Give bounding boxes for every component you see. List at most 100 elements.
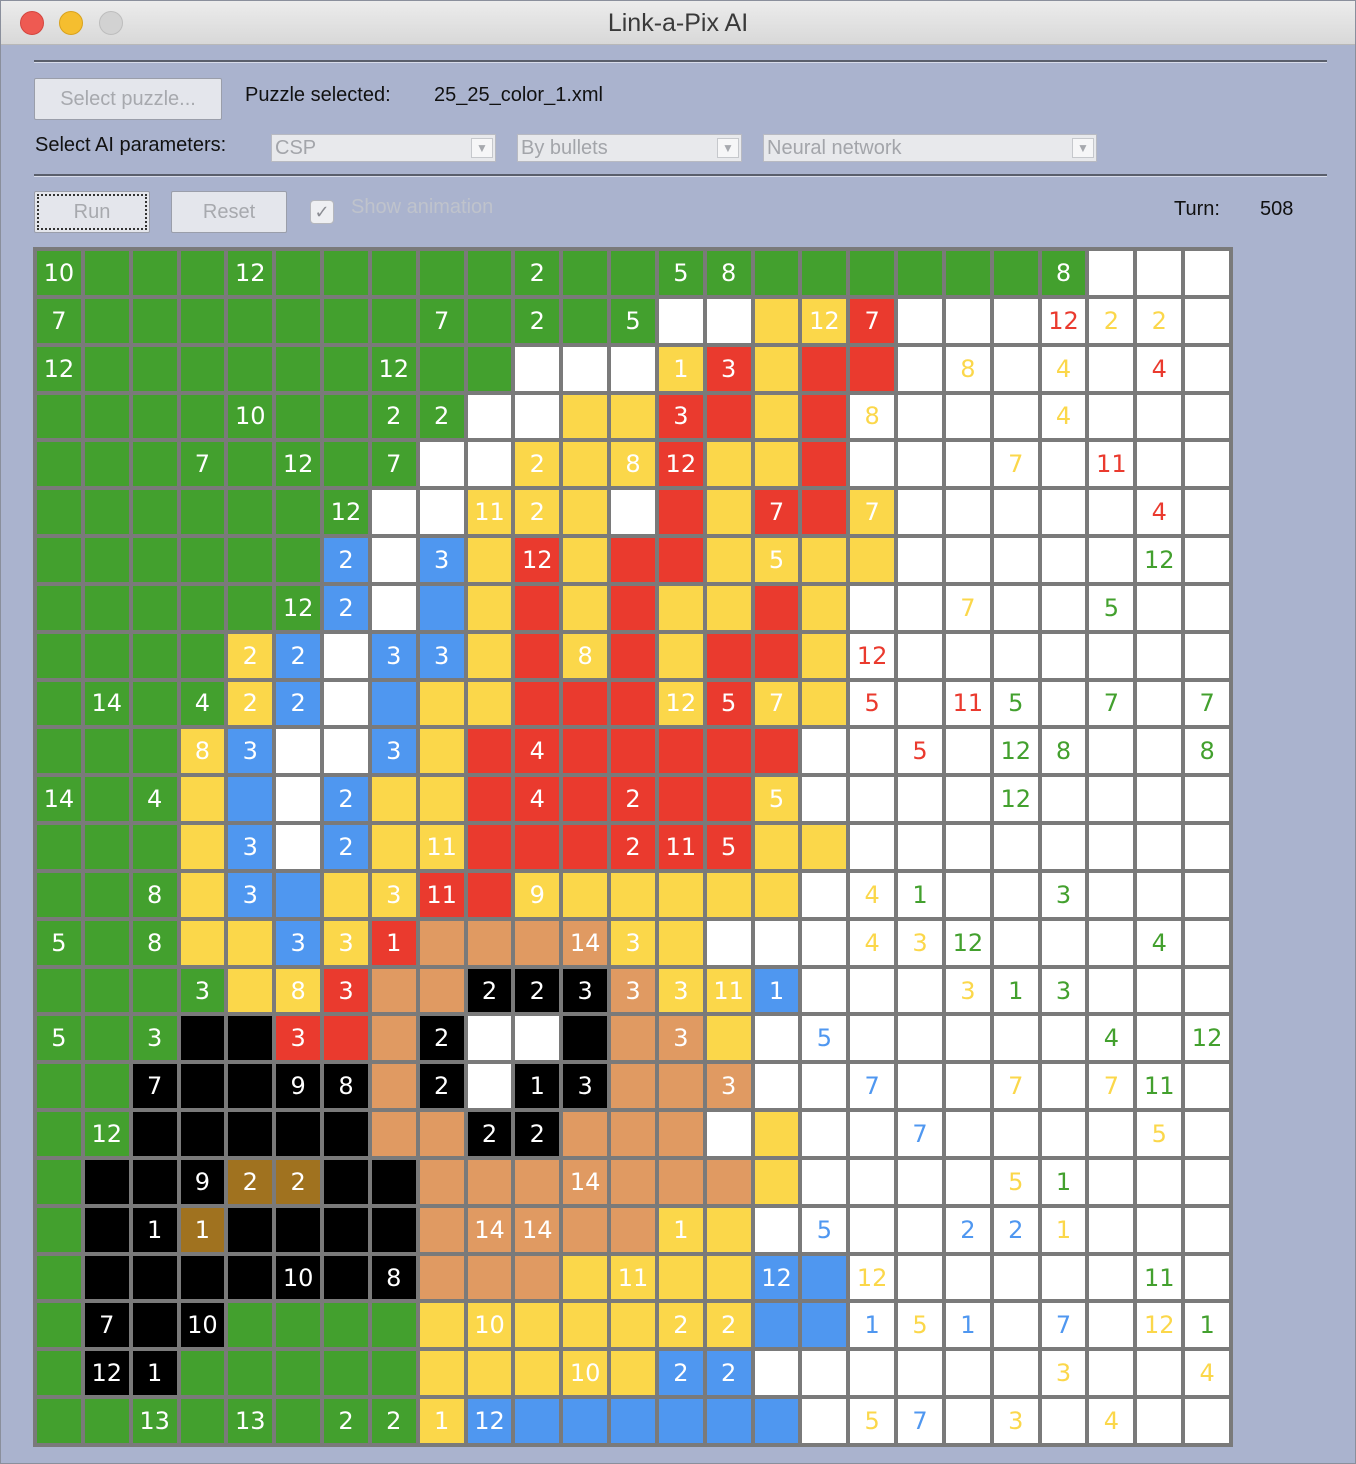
puzzle-cell[interactable]: 4 xyxy=(850,872,895,917)
puzzle-cell[interactable] xyxy=(180,251,225,295)
puzzle-cell[interactable]: 4 xyxy=(1137,490,1182,535)
puzzle-cell[interactable] xyxy=(276,825,321,869)
puzzle-cell[interactable]: 4 xyxy=(515,777,560,822)
puzzle-cell[interactable] xyxy=(563,394,608,439)
puzzle-cell[interactable]: 5 xyxy=(993,1159,1038,1204)
puzzle-cell[interactable] xyxy=(754,1112,799,1156)
puzzle-cell[interactable] xyxy=(276,1303,321,1348)
puzzle-cell[interactable]: 14 xyxy=(515,1207,560,1252)
puzzle-cell[interactable] xyxy=(563,251,608,295)
puzzle-cell[interactable] xyxy=(1137,968,1182,1013)
puzzle-cell[interactable] xyxy=(37,968,81,1013)
puzzle-cell[interactable]: 3 xyxy=(706,1159,751,1204)
puzzle-cell[interactable]: 14 xyxy=(467,1207,512,1252)
puzzle-cell[interactable] xyxy=(1185,394,1229,439)
puzzle-cell[interactable] xyxy=(467,825,512,869)
puzzle-cell[interactable]: 3 xyxy=(419,633,464,678)
puzzle-cell[interactable] xyxy=(611,872,655,917)
puzzle-cell[interactable] xyxy=(706,920,751,965)
puzzle-cell[interactable] xyxy=(658,729,703,774)
puzzle-cell[interactable] xyxy=(1137,1399,1182,1443)
puzzle-cell[interactable]: 3 xyxy=(324,920,368,965)
puzzle-cell[interactable] xyxy=(945,1351,990,1396)
puzzle-cell[interactable] xyxy=(515,346,560,391)
puzzle-cell[interactable] xyxy=(419,968,464,1013)
puzzle-cell[interactable] xyxy=(658,298,703,343)
puzzle-cell[interactable] xyxy=(802,633,847,678)
puzzle-cell[interactable]: 7 xyxy=(898,1112,942,1156)
puzzle-cell[interactable] xyxy=(658,1399,703,1443)
puzzle-cell[interactable] xyxy=(850,1159,895,1204)
puzzle-cell[interactable] xyxy=(754,633,799,678)
puzzle-cell[interactable] xyxy=(706,729,751,774)
puzzle-cell[interactable] xyxy=(1041,1016,1086,1061)
puzzle-cell[interactable] xyxy=(898,538,942,582)
puzzle-cell[interactable] xyxy=(850,1112,895,1156)
puzzle-cell[interactable] xyxy=(611,1207,655,1252)
puzzle-cell[interactable] xyxy=(1137,777,1182,822)
puzzle-cell[interactable] xyxy=(324,251,368,295)
puzzle-cell[interactable]: 1 xyxy=(132,1207,177,1252)
puzzle-cell[interactable]: 4 xyxy=(1089,1016,1134,1061)
puzzle-cell[interactable] xyxy=(419,585,464,630)
puzzle-cell[interactable] xyxy=(1185,585,1229,630)
puzzle-cell[interactable] xyxy=(706,442,751,487)
puzzle-cell[interactable]: 12 xyxy=(754,1255,799,1300)
puzzle-cell[interactable] xyxy=(1089,1351,1134,1396)
puzzle-cell[interactable] xyxy=(993,1351,1038,1396)
puzzle-cell[interactable] xyxy=(515,633,560,678)
puzzle-cell[interactable]: 3 xyxy=(1041,1351,1086,1396)
puzzle-cell[interactable]: 5 xyxy=(1089,585,1134,630)
puzzle-cell[interactable] xyxy=(850,1207,895,1252)
puzzle-cell[interactable] xyxy=(945,1016,990,1061)
puzzle-cell[interactable] xyxy=(1089,394,1134,439)
puzzle-cell[interactable] xyxy=(850,777,895,822)
puzzle-cell[interactable] xyxy=(1137,681,1182,726)
puzzle-cell[interactable] xyxy=(611,1399,655,1443)
puzzle-cell[interactable] xyxy=(1041,1255,1086,1300)
puzzle-cell[interactable] xyxy=(1089,872,1134,917)
puzzle-cell[interactable]: 7 xyxy=(1041,1303,1086,1348)
puzzle-cell[interactable]: 12 xyxy=(37,346,81,391)
puzzle-cell[interactable]: 12 xyxy=(1041,298,1086,343)
puzzle-cell[interactable] xyxy=(754,1303,799,1348)
puzzle-cell[interactable] xyxy=(228,1064,273,1109)
puzzle-cell[interactable]: 7 xyxy=(898,1399,942,1443)
puzzle-cell[interactable] xyxy=(1185,872,1229,917)
puzzle-cell[interactable]: 8 xyxy=(706,251,751,295)
puzzle-cell[interactable] xyxy=(180,490,225,535)
puzzle-cell[interactable]: 2 xyxy=(1089,298,1134,343)
puzzle-cell[interactable] xyxy=(1041,490,1086,535)
puzzle-cell[interactable] xyxy=(419,777,464,822)
puzzle-cell[interactable]: 8 xyxy=(945,346,990,391)
puzzle-cell[interactable] xyxy=(802,825,847,869)
puzzle-cell[interactable] xyxy=(228,1112,273,1156)
puzzle-cell[interactable] xyxy=(467,298,512,343)
puzzle-cell[interactable] xyxy=(611,633,655,678)
puzzle-cell[interactable] xyxy=(228,1351,273,1396)
puzzle-cell[interactable] xyxy=(754,920,799,965)
puzzle-cell[interactable]: 5 xyxy=(1137,1112,1182,1156)
puzzle-cell[interactable] xyxy=(37,681,81,726)
puzzle-cell[interactable]: 7 xyxy=(993,1064,1038,1109)
puzzle-cell[interactable] xyxy=(371,1159,416,1204)
puzzle-cell[interactable] xyxy=(993,394,1038,439)
puzzle-cell[interactable] xyxy=(945,1064,990,1109)
puzzle-cell[interactable]: 1 xyxy=(658,1207,703,1252)
puzzle-cell[interactable] xyxy=(84,1159,129,1204)
puzzle-cell[interactable] xyxy=(324,1255,368,1300)
puzzle-cell[interactable] xyxy=(993,1016,1038,1061)
puzzle-cell[interactable] xyxy=(132,298,177,343)
puzzle-cell[interactable] xyxy=(706,1255,751,1300)
puzzle-cell[interactable] xyxy=(898,968,942,1013)
puzzle-cell[interactable]: 10 xyxy=(563,1351,608,1396)
puzzle-cell[interactable] xyxy=(754,1064,799,1109)
puzzle-cell[interactable] xyxy=(467,633,512,678)
puzzle-cell[interactable] xyxy=(802,442,847,487)
puzzle-cell[interactable]: 3 xyxy=(371,872,416,917)
puzzle-cell[interactable] xyxy=(611,1112,655,1156)
puzzle-cell[interactable]: 4 xyxy=(1185,1351,1229,1396)
puzzle-cell[interactable] xyxy=(993,490,1038,535)
puzzle-cell[interactable] xyxy=(1089,1255,1134,1300)
puzzle-cell[interactable]: 5 xyxy=(37,920,81,965)
